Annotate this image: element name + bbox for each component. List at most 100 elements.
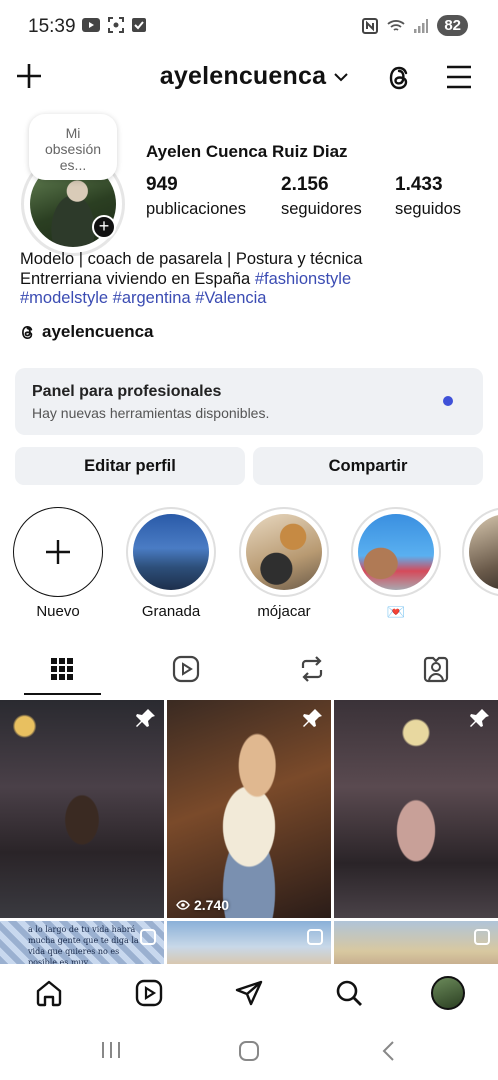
views-count: 2.740	[194, 897, 230, 913]
pin-icon	[303, 709, 322, 727]
highlight-item[interactable]: Granada	[125, 507, 217, 620]
tab-tagged[interactable]	[418, 651, 454, 687]
screenshot-icon	[108, 17, 124, 33]
highlight-label: Granada	[141, 603, 201, 620]
stat-following[interactable]: 1.433 seguidos	[395, 174, 461, 219]
tab-reposts[interactable]	[294, 651, 330, 687]
add-story-icon[interactable]: +	[92, 215, 116, 239]
grid-icon	[51, 658, 73, 680]
profile-username: ayelencuenca	[159, 62, 327, 90]
post-thumbnail[interactable]	[167, 921, 331, 964]
battery-indicator: 82	[437, 15, 468, 36]
highlight-item[interactable]: 💌	[350, 507, 442, 621]
home-button-icon[interactable]	[238, 1040, 260, 1062]
post-thumbnail[interactable]: 2.740	[167, 700, 331, 918]
profile-tabs	[0, 645, 498, 697]
nfc-icon	[362, 17, 379, 34]
repost-icon	[301, 656, 323, 682]
post-thumbnail[interactable]	[0, 700, 164, 918]
profile-avatar-small	[431, 976, 465, 1010]
stat-posts[interactable]: 949 publicaciones	[146, 174, 246, 219]
hashtag-link[interactable]: #modelstyle	[20, 289, 108, 307]
carousel-badge-icon	[307, 929, 323, 945]
stat-following-label: seguidos	[395, 200, 462, 218]
wifi-icon	[387, 19, 405, 31]
highlight-cover	[358, 514, 434, 590]
post-caption-overlay: a lo largo de tu vida habrá mucha gente …	[28, 925, 139, 964]
hashtag-link[interactable]: #Valencia	[195, 289, 266, 307]
highlight-label: 💌	[386, 604, 406, 621]
nav-direct[interactable]	[232, 976, 266, 1010]
highlight-circle	[351, 507, 441, 597]
pin-icon	[470, 709, 489, 727]
threads-handle: ayelencuenca	[42, 322, 154, 341]
highlight-item[interactable]	[462, 507, 498, 603]
reels-icon	[135, 979, 163, 1007]
profile-header: ayelencuenca	[0, 52, 498, 104]
note-bubble[interactable]: Mi obsesión es...	[29, 114, 117, 180]
post-views: 2.740	[176, 897, 229, 913]
new-indicator-dot	[443, 396, 453, 406]
check-icon	[132, 18, 146, 32]
highlight-item[interactable]: mójacar	[238, 507, 330, 620]
tagged-person-icon	[423, 656, 449, 683]
tab-posts-grid[interactable]	[44, 651, 80, 687]
highlight-circle	[462, 507, 498, 597]
pro-panel-title: Panel para profesionales	[32, 383, 222, 400]
profile-bio: Modelo | coach de pasarela | Postura y t…	[20, 250, 490, 309]
stat-followers-label: seguidores	[281, 200, 362, 218]
tab-reels[interactable]	[168, 651, 204, 687]
stat-followers[interactable]: 2.156 seguidores	[281, 174, 362, 219]
status-notification-icons	[82, 17, 146, 33]
reel-badge-icon	[140, 929, 156, 945]
back-icon[interactable]	[380, 1040, 396, 1062]
eye-icon	[176, 900, 190, 910]
threads-icon[interactable]	[386, 63, 414, 93]
youtube-icon	[82, 18, 100, 32]
highlight-circle	[126, 507, 216, 597]
threads-profile-link[interactable]: ayelencuenca	[20, 322, 154, 342]
pro-panel-subtitle: Hay nuevas herramientas disponibles.	[32, 405, 270, 421]
account-switcher[interactable]: ayelencuenca	[0, 62, 498, 91]
status-time: 15:39	[28, 16, 76, 37]
highlight-new-circle	[13, 507, 103, 597]
highlight-cover	[133, 514, 209, 590]
professional-dashboard[interactable]: Panel para profesionales Hay nuevas herr…	[15, 368, 483, 435]
chevron-down-icon	[334, 72, 348, 81]
nav-home[interactable]	[32, 976, 66, 1010]
stat-posts-label: publicaciones	[146, 200, 246, 218]
bio-line-2: Entrerriana viviendo en España	[20, 269, 255, 288]
highlight-label: Nuevo	[36, 603, 80, 620]
share-profile-button[interactable]: Compartir	[253, 447, 483, 485]
menu-icon[interactable]	[446, 65, 472, 89]
post-thumbnail[interactable]	[334, 700, 498, 918]
note-text: Mi obsesión es...	[44, 125, 102, 173]
highlight-label: mójacar	[257, 603, 311, 620]
edit-profile-button[interactable]: Editar perfil	[15, 447, 245, 485]
search-icon	[336, 980, 362, 1006]
reels-icon	[172, 655, 200, 683]
active-tab-indicator	[24, 693, 101, 695]
hashtag-link[interactable]: #fashionstyle	[255, 270, 351, 288]
post-thumbnail[interactable]: a lo largo de tu vida habrá mucha gente …	[0, 921, 164, 964]
stat-posts-value: 949	[146, 174, 178, 195]
nav-search[interactable]	[332, 976, 366, 1010]
signal-icon	[414, 18, 429, 33]
post-thumbnail[interactable]	[334, 921, 498, 964]
stat-following-value: 1.433	[395, 174, 443, 195]
recent-apps-icon[interactable]	[100, 1040, 122, 1060]
home-icon	[36, 980, 62, 1007]
status-bar: 15:39 82	[0, 0, 498, 52]
bottom-navigation	[0, 964, 498, 1024]
highlight-new[interactable]: Nuevo	[12, 507, 104, 620]
bio-line-1: Modelo | coach de pasarela | Postura y t…	[20, 250, 363, 268]
stat-followers-value: 2.156	[281, 174, 329, 195]
threads-small-icon	[22, 325, 33, 339]
status-system-icons: 82	[362, 15, 468, 36]
highlight-circle	[239, 507, 329, 597]
hashtag-link[interactable]: #argentina	[113, 289, 191, 307]
nav-profile[interactable]	[431, 976, 465, 1010]
plus-icon	[46, 540, 70, 564]
nav-reels[interactable]	[132, 976, 166, 1010]
profile-full-name: Ayelen Cuenca Ruiz Diaz	[146, 142, 348, 161]
